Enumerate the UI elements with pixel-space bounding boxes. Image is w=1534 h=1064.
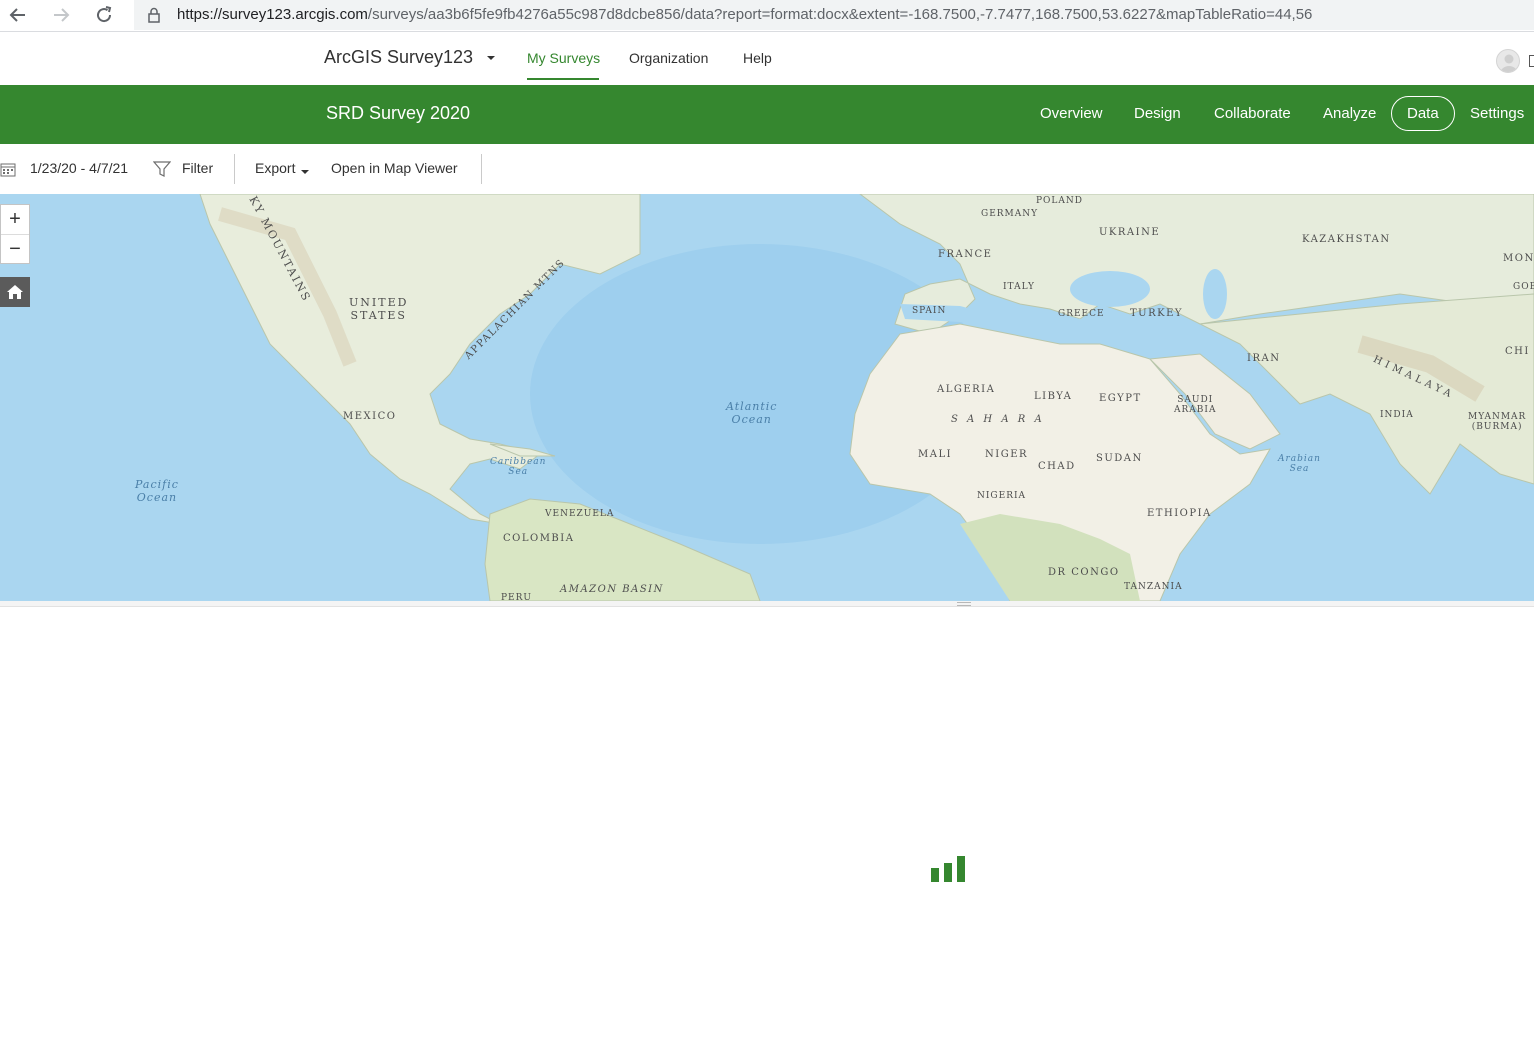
map-label-india: INDIA xyxy=(1380,410,1414,420)
map-label-myanmar: MYANMAR (BURMA) xyxy=(1468,412,1527,432)
map-label-saudi: SAUDI ARABIA xyxy=(1174,395,1217,415)
open-map-viewer-button[interactable]: Open in Map Viewer xyxy=(331,160,458,176)
tab-settings[interactable]: Settings xyxy=(1470,105,1524,122)
basemap xyxy=(0,194,1534,601)
data-toolbar: 1/23/20 - 4/7/21 Filter Export Open in M… xyxy=(0,144,1534,194)
loading-indicator xyxy=(931,856,967,882)
url-path: /surveys/aa3b6f5fe9fb4276a55c987d8dcbe85… xyxy=(367,6,1313,23)
forward-button[interactable] xyxy=(47,2,75,28)
map-label-algeria: ALGERIA xyxy=(937,384,996,395)
map-label-amazon: AMAZON BASIN xyxy=(560,584,664,595)
map-view[interactable]: KY MOUNTAINS UNITED STATES APPALACHIAN M… xyxy=(0,194,1534,601)
toolbar-divider xyxy=(234,154,235,184)
map-label-mali: MALI xyxy=(918,449,953,460)
nav-my-surveys[interactable]: My Surveys xyxy=(527,50,600,66)
reload-button[interactable] xyxy=(90,2,118,28)
export-button[interactable]: Export xyxy=(255,160,295,176)
map-label-turkey: TURKEY xyxy=(1130,308,1183,319)
arrow-left-icon xyxy=(9,8,25,22)
browser-toolbar: https://survey123.arcgis.com/surveys/aa3… xyxy=(0,0,1534,32)
nav-organization[interactable]: Organization xyxy=(629,50,708,66)
lock-icon xyxy=(148,7,160,23)
filter-icon[interactable] xyxy=(153,160,171,178)
map-label-arabian: Arabian Sea xyxy=(1278,454,1321,474)
drag-handle-icon[interactable] xyxy=(957,602,971,606)
map-label-greece: GREECE xyxy=(1058,309,1105,319)
avatar[interactable] xyxy=(1496,49,1520,73)
map-label-pacific: Pacific Ocean xyxy=(135,478,179,504)
map-label-sudan: SUDAN xyxy=(1096,453,1143,464)
zoom-in-button[interactable]: + xyxy=(1,205,29,234)
loader-bar xyxy=(944,863,952,882)
map-label-poland: POLAND xyxy=(1036,196,1084,206)
nav-help[interactable]: Help xyxy=(743,50,772,66)
map-label-tanzania: TANZANIA xyxy=(1124,582,1183,592)
map-table-splitter[interactable] xyxy=(0,601,1534,607)
tab-design[interactable]: Design xyxy=(1134,105,1181,122)
map-label-chi: CHI xyxy=(1505,346,1530,357)
loader-bar xyxy=(957,856,965,882)
map-label-mexico: MEXICO xyxy=(343,411,397,422)
map-label-caribbean: Caribbean Sea xyxy=(490,457,547,477)
map-label-germany: GERMANY xyxy=(981,209,1039,219)
caret-down-icon[interactable] xyxy=(301,170,309,175)
map-label-colombia: COLOMBIA xyxy=(503,533,575,544)
map-label-ethiopia: ETHIOPIA xyxy=(1147,508,1212,519)
zoom-control: + − xyxy=(0,204,30,264)
map-label-kazakhstan: KAZAKHSTAN xyxy=(1302,234,1391,245)
tab-analyze[interactable]: Analyze xyxy=(1323,105,1376,122)
map-label-united-states: UNITED STATES xyxy=(349,296,409,322)
user-icon xyxy=(1500,54,1518,72)
url-text: https://survey123.arcgis.com/surveys/aa3… xyxy=(177,6,1312,23)
loader-bar xyxy=(931,868,939,882)
map-label-gob: GOB xyxy=(1513,282,1534,292)
map-label-mon: MON xyxy=(1503,253,1534,264)
address-bar[interactable]: https://survey123.arcgis.com/surveys/aa3… xyxy=(134,0,1534,30)
map-label-sahara: S A H A R A xyxy=(951,414,1045,425)
map-label-egypt: EGYPT xyxy=(1099,393,1142,404)
home-icon xyxy=(7,285,23,299)
map-label-atlantic: Atlantic Ocean xyxy=(726,400,778,426)
arrow-right-icon xyxy=(54,8,70,22)
map-label-spain: SPAIN xyxy=(912,306,947,316)
app-header: ArcGIS Survey123 My Surveys Organization… xyxy=(0,33,1534,85)
survey-header: SRD Survey 2020 Overview Design Collabor… xyxy=(0,85,1534,144)
back-button[interactable] xyxy=(4,2,32,28)
home-button[interactable] xyxy=(0,277,30,307)
survey-title: SRD Survey 2020 xyxy=(326,103,471,123)
map-label-libya: LIBYA xyxy=(1034,391,1073,402)
map-label-niger: NIGER xyxy=(985,449,1029,460)
map-label-italy: ITALY xyxy=(1003,282,1035,292)
reload-icon xyxy=(97,6,112,23)
filter-button[interactable]: Filter xyxy=(182,160,213,176)
calendar-icon[interactable] xyxy=(0,161,16,177)
tab-collaborate[interactable]: Collaborate xyxy=(1214,105,1291,122)
map-label-peru: PERU xyxy=(501,593,532,601)
user-menu-edge[interactable] xyxy=(1529,55,1534,67)
map-label-drcongo: DR CONGO xyxy=(1048,567,1120,578)
url-host: https://survey123.arcgis.com xyxy=(177,6,368,23)
map-label-ukraine: UKRAINE xyxy=(1099,227,1161,238)
app-title[interactable]: ArcGIS Survey123 xyxy=(324,47,473,68)
toolbar-divider xyxy=(481,154,482,184)
map-label-chad: CHAD xyxy=(1038,461,1076,472)
tab-data[interactable]: Data xyxy=(1391,96,1455,131)
map-label-venezuela: VENEZUELA xyxy=(545,509,615,519)
active-nav-underline xyxy=(527,78,599,80)
tab-overview[interactable]: Overview xyxy=(1040,105,1103,122)
map-label-iran: IRAN xyxy=(1247,353,1281,364)
date-range[interactable]: 1/23/20 - 4/7/21 xyxy=(30,160,128,176)
caret-down-icon[interactable] xyxy=(486,55,496,61)
zoom-out-button[interactable]: − xyxy=(1,234,29,263)
map-label-nigeria: NIGERIA xyxy=(977,491,1027,501)
map-label-france: FRANCE xyxy=(938,249,993,260)
